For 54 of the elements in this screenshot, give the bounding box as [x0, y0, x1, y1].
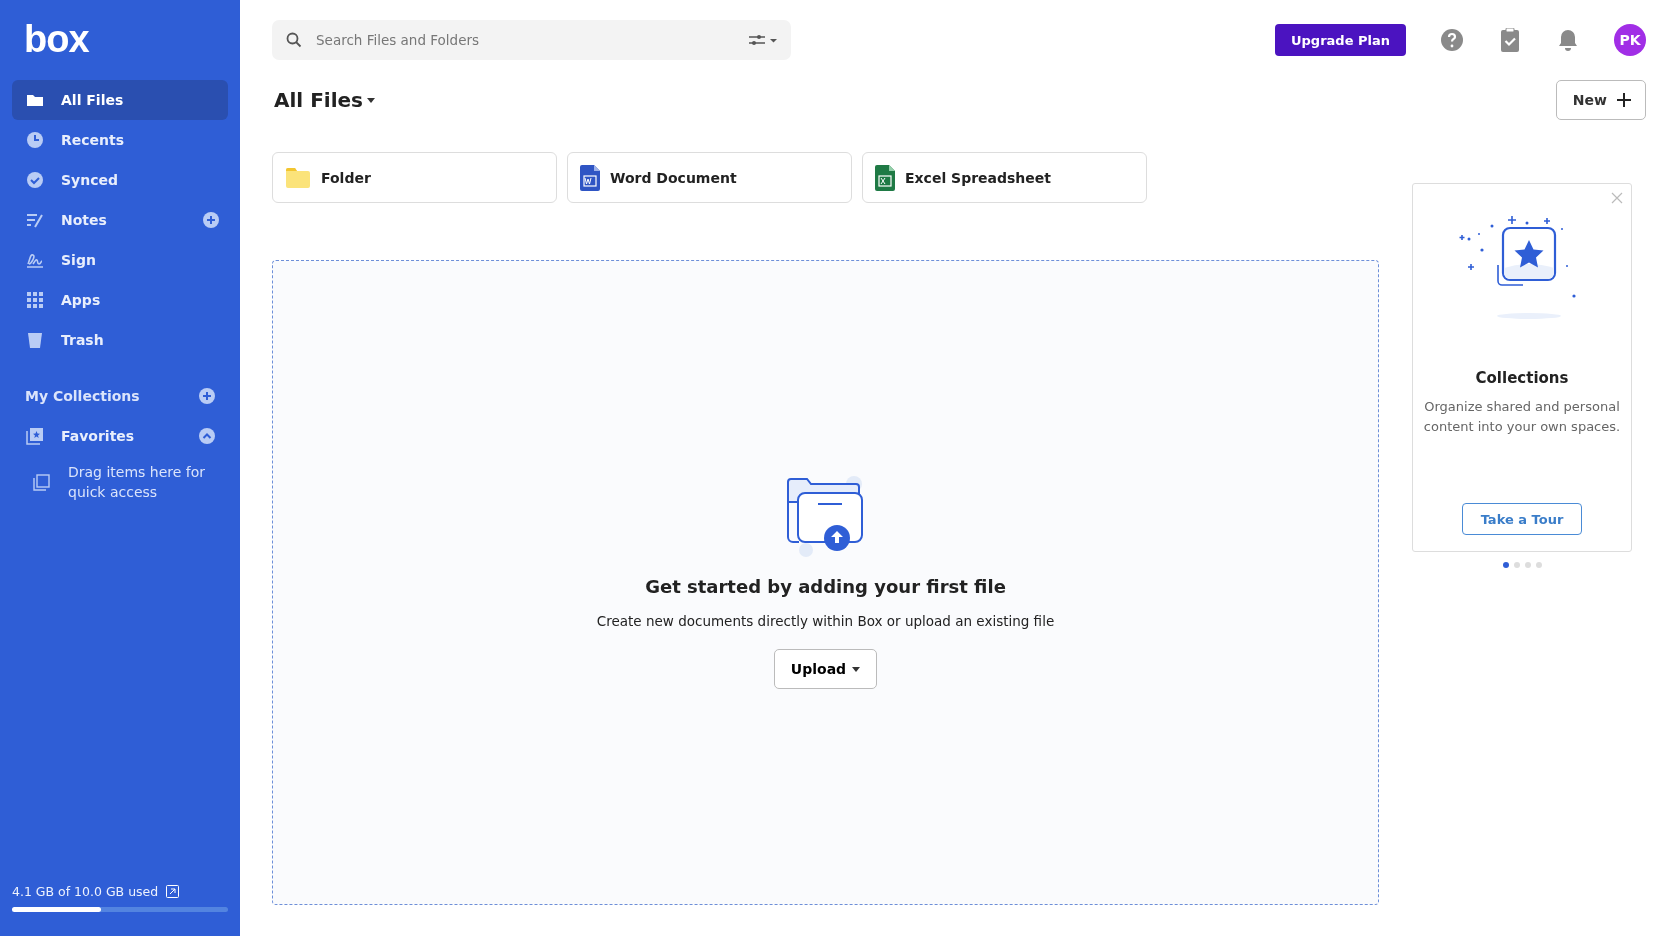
document-icon	[580, 164, 600, 191]
sidebar-item[interactable]: Favorites	[12, 416, 228, 456]
check-circle-icon	[25, 170, 45, 190]
clock-icon	[25, 130, 45, 150]
search-icon	[286, 32, 302, 48]
sidebar-item[interactable]: Sign	[12, 240, 228, 280]
create-card[interactable]: Folder	[272, 152, 557, 203]
sidebar-item[interactable]: Recents	[12, 120, 228, 160]
folder-icon	[285, 166, 311, 189]
external-link-icon[interactable]	[166, 885, 180, 898]
tour-button[interactable]: Take a Tour	[1461, 503, 1583, 535]
create-card[interactable]: Word Document	[567, 152, 852, 203]
pagination-dot[interactable]	[1502, 562, 1509, 568]
trash-icon	[25, 330, 45, 350]
stack-icon	[32, 472, 52, 492]
clipboard-check-icon[interactable]	[1498, 28, 1522, 52]
empty-state-text: Create new documents directly within Box or upload an existing file	[596, 613, 1055, 629]
sidebar-item[interactable]: Synced	[12, 160, 228, 200]
sidebar-item[interactable]: Apps	[12, 280, 228, 320]
new-button[interactable]: New	[1555, 80, 1646, 120]
pagination-dot[interactable]	[1524, 562, 1531, 568]
section-title: My Collections	[25, 388, 140, 404]
add-icon[interactable]	[203, 212, 219, 228]
close-icon[interactable]	[1611, 192, 1623, 204]
chevron-icon[interactable]	[199, 428, 215, 444]
help-icon[interactable]	[1440, 28, 1464, 52]
search-bar[interactable]: Search Files and Folders	[272, 20, 791, 60]
bell-icon[interactable]	[1556, 28, 1580, 52]
create-card[interactable]: Excel Spreadsheet	[862, 152, 1147, 203]
promo-text: Organize shared and personal content into your own spaces.	[1423, 398, 1621, 436]
folder-title[interactable]: All Files	[272, 88, 377, 112]
pagination-dot[interactable]	[1513, 562, 1520, 568]
caret-icon	[852, 666, 861, 672]
empty-state-title: Get started by adding your first file	[645, 576, 1006, 597]
empty-hint: Drag items here for quick access	[68, 463, 207, 502]
add-icon[interactable]	[199, 388, 215, 404]
spreadsheet-icon	[875, 164, 895, 191]
storage-usage: 4.1 GB of 10.0 GB used	[12, 884, 159, 899]
upgrade-button[interactable]: Upgrade Plan	[1275, 24, 1406, 56]
plus-icon	[1617, 93, 1631, 107]
logo[interactable]: box	[24, 20, 228, 58]
grid-icon	[25, 290, 45, 310]
starred-stack-icon	[25, 426, 45, 446]
pagination-dot[interactable]	[1535, 562, 1542, 568]
search-field[interactable]: Search Files and Folders	[314, 31, 737, 49]
drop-zone[interactable]: Get started by adding your first file Create new documents directly within Box or upload an existing file Upload	[272, 260, 1379, 905]
promo-title: Collections	[1475, 369, 1569, 387]
filter-icon[interactable]	[749, 34, 777, 46]
user-avatar[interactable]: PK	[1614, 24, 1646, 56]
sidebar-item[interactable]: Trash	[12, 320, 228, 360]
sidebar-item[interactable]: Notes	[12, 200, 240, 240]
caret-icon	[367, 97, 375, 103]
upload-button[interactable]: Upload	[773, 649, 878, 689]
sidebar-item[interactable]: All Files	[12, 80, 228, 120]
